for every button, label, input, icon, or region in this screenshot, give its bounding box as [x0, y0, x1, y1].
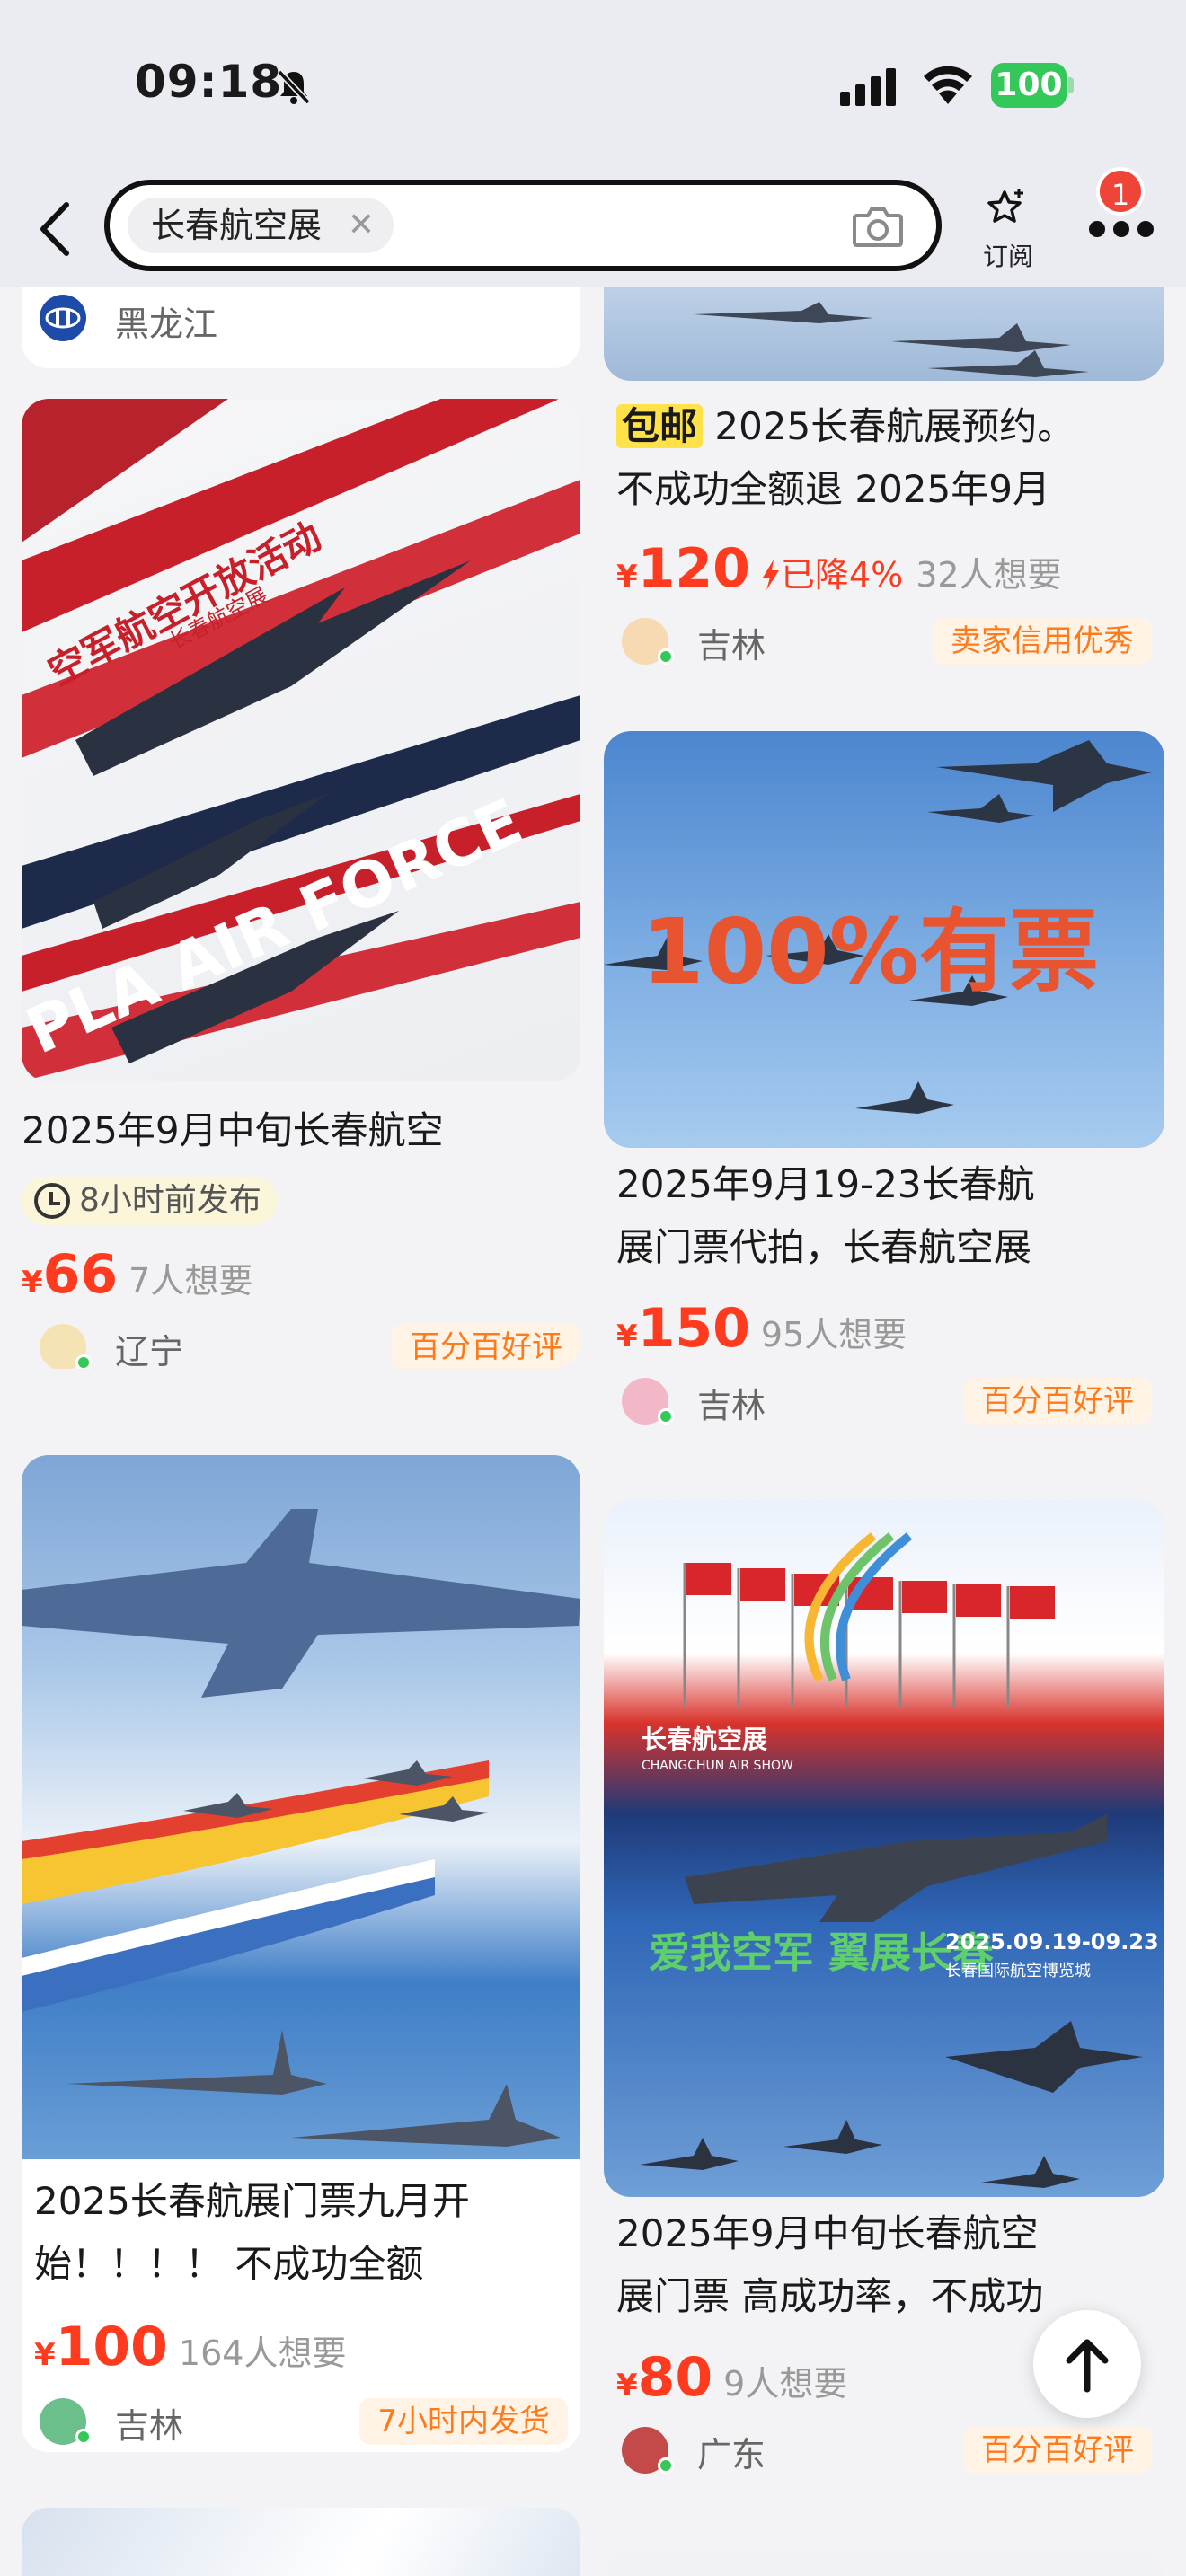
- price: 150: [637, 1297, 750, 1360]
- online-indicator: [75, 1354, 92, 1369]
- price-row: ¥120 已降4% 32人想要: [616, 537, 1062, 600]
- publish-time-tag: 8小时前发布: [22, 1177, 278, 1225]
- subscribe-label: 订阅: [982, 242, 1033, 271]
- clear-query-icon[interactable]: ✕: [341, 198, 381, 253]
- want-count: 9人想要: [723, 2364, 848, 2404]
- online-indicator: [658, 648, 674, 665]
- notification-badge: 1: [1096, 167, 1145, 216]
- seller-tag: 百分百好评: [392, 1324, 580, 1369]
- seller-location: 吉林: [697, 1386, 766, 1425]
- subscribe-button[interactable]: 订阅: [972, 185, 1044, 275]
- product-card-partial[interactable]: [22, 2508, 580, 2576]
- product-card-partial[interactable]: 黑龙江: [22, 287, 580, 368]
- product-title: 2025长春航展门票九月开 始！！！！ 不成功全额: [34, 2179, 470, 2286]
- price: 80: [637, 2346, 713, 2409]
- seller-location: 吉林: [115, 2406, 184, 2446]
- thumb-overlay-text: 100%有票: [642, 899, 1099, 1004]
- product-image: 长春航空展 CHANGCHUN AIR SHOW 爱我空军 翼展长春 2025.…: [604, 1500, 1164, 2197]
- product-image: [22, 1455, 580, 2159]
- cellular-signal-icon: [840, 68, 896, 106]
- price: 100: [55, 2316, 168, 2378]
- product-image: [604, 287, 1164, 381]
- status-time: 09:18: [135, 56, 283, 108]
- camera-icon[interactable]: [852, 205, 904, 248]
- product-title: 2025年9月中旬长春航空: [22, 1108, 444, 1152]
- clock-icon: [34, 1183, 70, 1219]
- online-indicator: [658, 2457, 674, 2474]
- price-row: ¥150 95人想要: [616, 1297, 907, 1360]
- more-menu-button[interactable]: [1085, 212, 1157, 248]
- arrow-up-icon: [1066, 2339, 1109, 2393]
- price-drop: 已降4%: [761, 555, 903, 595]
- search-input[interactable]: 长春航空展 ✕: [104, 180, 942, 271]
- seller-location: 广东: [697, 2435, 766, 2475]
- product-card-partial[interactable]: [604, 2551, 1164, 2576]
- seller-tag: 百分百好评: [963, 2427, 1152, 2474]
- seller-tag: 百分百好评: [963, 1378, 1152, 1425]
- price-row: ¥80 9人想要: [616, 2346, 848, 2409]
- search-query-text: 长春航空展: [151, 206, 323, 245]
- star-sparkle-icon: [987, 189, 1023, 223]
- product-image: 空军航空开放活动 长春航空展 PLA AIR FORCE: [22, 399, 580, 1081]
- product-feed: 黑龙江 空军航空开放活动 长春航空展 PLA AIR FORCE 2025年9月…: [0, 287, 1186, 2576]
- avatar: [40, 295, 86, 341]
- status-bar: 09:18 100: [0, 0, 1186, 171]
- product-title: 包邮 2025长春航展预约。 不成功全额退 2025年9月: [616, 404, 1075, 511]
- thumb-logo: 长春航空展: [642, 1725, 767, 1754]
- product-image: [22, 2508, 580, 2576]
- back-to-top-button[interactable]: [1033, 2310, 1141, 2418]
- price-row: ¥66 7人想要: [22, 1243, 253, 1306]
- product-card[interactable]: 包邮 2025长春航展预约。 不成功全额退 2025年9月 ¥120 已降4% 32…: [604, 287, 1164, 677]
- seller-tag: 7小时内发货: [359, 2398, 568, 2445]
- battery-indicator: 100: [991, 63, 1074, 108]
- wifi-icon: [924, 66, 972, 104]
- thumb-logo-en: CHANGCHUN AIR SHOW: [642, 1759, 793, 1773]
- price: 66: [42, 1243, 119, 1306]
- battery-level: 100: [991, 63, 1067, 108]
- want-count: 32人想要: [916, 555, 1062, 595]
- want-count: 95人想要: [760, 1315, 907, 1354]
- thumb-dates: 2025.09.19-09.23: [945, 1929, 1159, 1954]
- product-title: 2025年9月19-23长春航 展门票代拍，长春航空展: [616, 1162, 1035, 1269]
- want-count: 7人想要: [128, 1261, 253, 1301]
- seller-location: 吉林: [697, 626, 766, 666]
- product-card[interactable]: 空军航空开放活动 长春航空展 PLA AIR FORCE 2025年9月中旬长春…: [22, 399, 580, 1369]
- more-dots-icon: [1089, 221, 1105, 237]
- online-indicator: [658, 1408, 674, 1425]
- product-title: 2025年9月中旬长春航空 展门票 高成功率，不成功: [616, 2211, 1044, 2318]
- product-image: 100%有票: [604, 731, 1164, 1148]
- thumb-venue: 长春国际航空博览城: [945, 1962, 1091, 1981]
- product-card[interactable]: 2025长春航展门票九月开 始！！！！ 不成功全额 ¥100 164人想要 吉林 …: [22, 1455, 580, 2452]
- want-count: 164人想要: [178, 2333, 347, 2373]
- back-arrow-icon[interactable]: [36, 199, 75, 259]
- search-query-chip[interactable]: 长春航空展 ✕: [128, 198, 394, 253]
- seller-tag: 卖家信用优秀: [933, 618, 1152, 665]
- seller-location: 辽宁: [115, 1332, 184, 1369]
- lightning-icon: [762, 560, 779, 590]
- bell-muted-icon: [277, 69, 311, 105]
- price-row: ¥100 164人想要: [34, 2316, 347, 2378]
- thumb-slogan: 爱我空军 翼展长春: [649, 1928, 994, 1977]
- price: 120: [637, 537, 750, 600]
- free-shipping-badge: 包邮: [616, 404, 704, 448]
- online-indicator: [75, 2429, 92, 2445]
- seller-location: 黑龙江: [115, 304, 218, 344]
